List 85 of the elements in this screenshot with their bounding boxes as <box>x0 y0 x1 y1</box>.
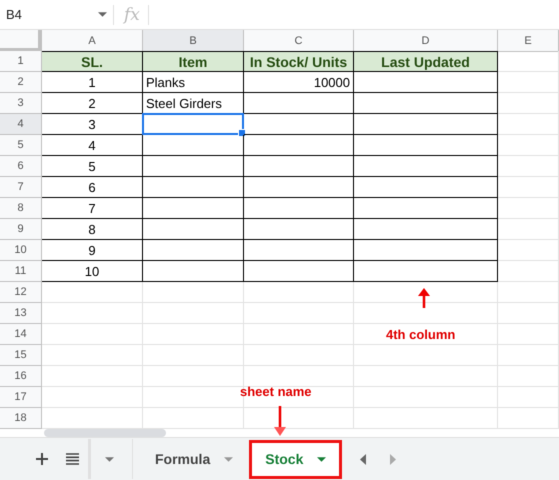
header-cell[interactable]: Last Updated <box>354 51 498 72</box>
row-header[interactable]: 10 <box>0 240 42 261</box>
table-cell[interactable]: 10000 <box>244 72 354 93</box>
table-cell[interactable] <box>143 156 244 177</box>
table-cell[interactable]: 2 <box>42 93 143 114</box>
row-header[interactable]: 8 <box>0 198 42 219</box>
table-cell[interactable]: 3 <box>42 114 143 135</box>
row-header[interactable]: 17 <box>0 387 42 408</box>
table-cell[interactable]: Steel Girders <box>143 93 244 114</box>
add-sheet-button[interactable] <box>36 453 48 465</box>
row-header[interactable]: 4 <box>0 114 42 135</box>
annotation-text: sheet name <box>240 384 312 399</box>
table-cell[interactable] <box>244 261 354 282</box>
table-cell[interactable] <box>244 114 354 135</box>
table-cell[interactable] <box>354 177 498 198</box>
row-header[interactable]: 11 <box>0 261 42 282</box>
selected-cell[interactable] <box>143 114 244 135</box>
table-cell[interactable] <box>244 156 354 177</box>
column-header[interactable]: D <box>354 30 498 52</box>
scroll-right-icon[interactable] <box>390 454 396 464</box>
sheet-tab[interactable]: Formula <box>139 440 250 478</box>
arrow-icon <box>418 288 430 308</box>
header-cell[interactable]: Item <box>143 51 244 72</box>
table-cell[interactable]: 5 <box>42 156 143 177</box>
formula-label: fx <box>124 4 140 24</box>
scroll-left-icon[interactable] <box>360 454 366 464</box>
table-cell[interactable] <box>354 156 498 177</box>
row-header[interactable]: 16 <box>0 366 42 387</box>
table-cell[interactable] <box>354 135 498 156</box>
row-header[interactable]: 9 <box>0 219 42 240</box>
table-cell[interactable] <box>354 240 498 261</box>
table-cell[interactable] <box>354 198 498 219</box>
scrollbar-thumb[interactable] <box>44 429 166 437</box>
row-header[interactable]: 7 <box>0 177 42 198</box>
row-header[interactable]: 13 <box>0 303 42 324</box>
table-cell[interactable]: 10 <box>42 261 143 282</box>
table-cell[interactable] <box>244 240 354 261</box>
table-cell[interactable]: 9 <box>42 240 143 261</box>
table-cell[interactable]: Planks <box>143 72 244 93</box>
row-header[interactable]: 14 <box>0 324 42 345</box>
table-cell[interactable] <box>354 219 498 240</box>
table-cell[interactable]: 1 <box>42 72 143 93</box>
annotation-text: 4th column <box>386 327 456 342</box>
table-cell[interactable] <box>143 135 244 156</box>
table-cell[interactable] <box>354 72 498 93</box>
column-header[interactable]: B <box>143 30 244 52</box>
caret-icon[interactable] <box>224 456 234 462</box>
table-cell[interactable] <box>143 177 244 198</box>
table-cell[interactable] <box>244 198 354 219</box>
table-cell[interactable] <box>143 219 244 240</box>
table-cell[interactable]: 6 <box>42 177 143 198</box>
column-header[interactable]: C <box>244 30 354 52</box>
table-cell[interactable] <box>143 198 244 219</box>
column-header[interactable]: E <box>498 30 559 52</box>
menu-icon[interactable] <box>66 453 79 465</box>
column-header[interactable]: A <box>42 30 143 52</box>
row-header[interactable]: 18 <box>0 408 42 429</box>
row-header[interactable]: 2 <box>0 72 42 93</box>
corner-cell[interactable] <box>0 30 42 52</box>
table-cell[interactable] <box>244 177 354 198</box>
row-header[interactable]: 1 <box>0 51 42 72</box>
row-header[interactable]: 15 <box>0 345 42 366</box>
row-header[interactable]: 6 <box>0 156 42 177</box>
row-header[interactable]: 5 <box>0 135 42 156</box>
table-cell[interactable] <box>354 114 498 135</box>
table-cell[interactable] <box>143 261 244 282</box>
name-box[interactable]: B4 <box>0 7 92 22</box>
caret-icon[interactable] <box>317 456 326 462</box>
table-cell[interactable] <box>354 261 498 282</box>
row-header[interactable]: 12 <box>0 282 42 303</box>
table-cell[interactable]: 8 <box>42 219 143 240</box>
caret-icon <box>105 456 114 462</box>
table-cell[interactable]: 4 <box>42 135 143 156</box>
table-cell[interactable]: 7 <box>42 198 143 219</box>
table-cell[interactable] <box>244 135 354 156</box>
arrow-icon <box>274 406 286 436</box>
header-cell[interactable]: SL. <box>42 51 143 72</box>
header-cell[interactable]: In Stock/ Units <box>244 51 354 72</box>
row-header[interactable]: 3 <box>0 93 42 114</box>
table-cell[interactable] <box>143 240 244 261</box>
table-cell[interactable] <box>244 93 354 114</box>
caret-icon <box>98 12 107 17</box>
table-cell[interactable] <box>244 219 354 240</box>
sheet-tab[interactable]: Stock <box>249 440 342 478</box>
table-cell[interactable] <box>354 93 498 114</box>
